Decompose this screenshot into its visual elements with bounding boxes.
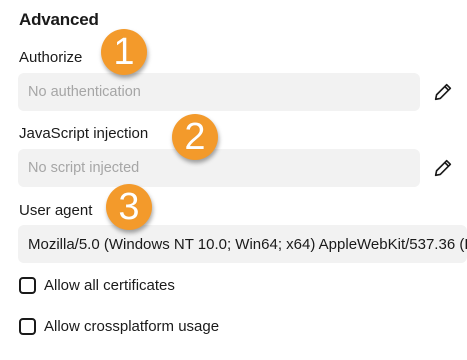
pencil-icon <box>434 83 452 101</box>
user-agent-field[interactable]: Mozilla/5.0 (Windows NT 10.0; Win64; x64… <box>18 225 467 263</box>
annotation-badge-2: 2 <box>172 114 218 160</box>
allow-all-certificates-row[interactable]: Allow all certificates <box>19 277 175 294</box>
annotation-badge-1: 1 <box>101 29 147 75</box>
js-injection-field[interactable]: No script injected <box>18 149 420 187</box>
authorize-label: Authorize <box>19 49 83 66</box>
js-injection-label: JavaScript injection <box>19 125 149 142</box>
section-title: Advanced <box>19 10 99 29</box>
js-injection-edit-button[interactable] <box>430 155 456 181</box>
allow-crossplatform-usage-label: Allow crossplatform usage <box>44 318 220 335</box>
user-agent-label: User agent <box>19 202 93 219</box>
allow-all-certificates-checkbox[interactable] <box>19 277 36 294</box>
pencil-icon <box>434 159 452 177</box>
allow-crossplatform-usage-checkbox[interactable] <box>19 318 36 335</box>
authorize-placeholder: No authentication <box>28 84 141 100</box>
authorize-edit-button[interactable] <box>430 79 456 105</box>
advanced-settings-panel: Advanced Authorize No authentication Jav… <box>0 0 467 360</box>
allow-all-certificates-label: Allow all certificates <box>44 277 175 294</box>
user-agent-value: Mozilla/5.0 (Windows NT 10.0; Win64; x64… <box>28 235 467 253</box>
annotation-badge-3: 3 <box>106 184 152 230</box>
allow-crossplatform-usage-row[interactable]: Allow crossplatform usage <box>19 318 219 335</box>
authorize-field[interactable]: No authentication <box>18 73 420 111</box>
js-injection-placeholder: No script injected <box>28 160 140 176</box>
